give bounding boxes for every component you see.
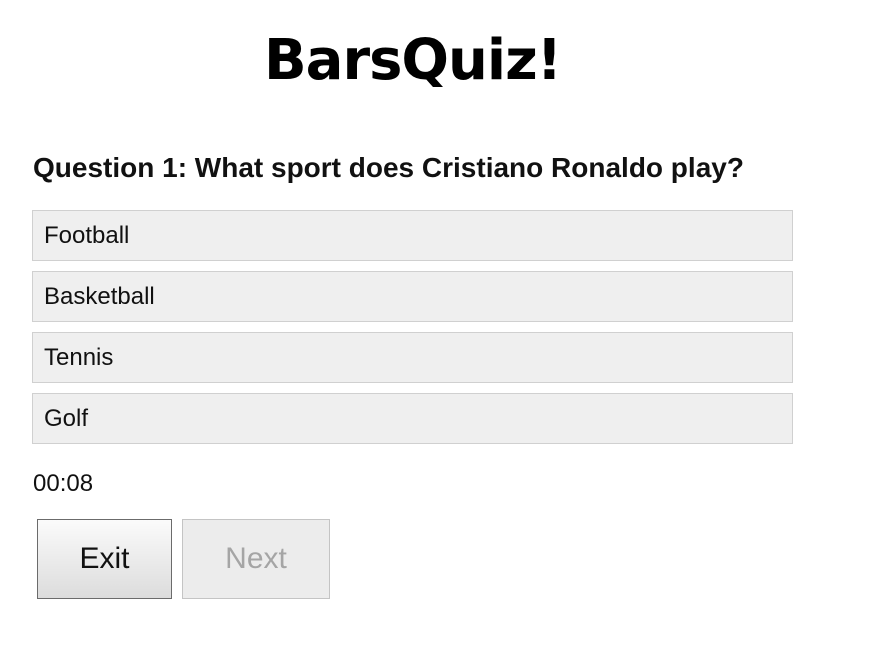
quiz-page: BarsQuiz! Question 1: What sport does Cr… <box>0 0 883 649</box>
answer-option-golf[interactable]: Golf <box>32 393 793 444</box>
answer-list: Football Basketball Tennis Golf <box>32 210 793 454</box>
countdown-timer: 00:08 <box>33 470 94 497</box>
answer-option-basketball[interactable]: Basketball <box>32 271 793 322</box>
answer-option-tennis[interactable]: Tennis <box>32 332 793 383</box>
next-button[interactable]: Next <box>182 519 330 599</box>
exit-button[interactable]: Exit <box>37 519 172 599</box>
barsquiz-logo: BarsQuiz! <box>264 28 562 93</box>
answer-option-football[interactable]: Football <box>32 210 793 261</box>
logo-text: BarsQuiz! <box>264 28 562 93</box>
question-text: Question 1: What sport does Cristiano Ro… <box>33 152 744 183</box>
